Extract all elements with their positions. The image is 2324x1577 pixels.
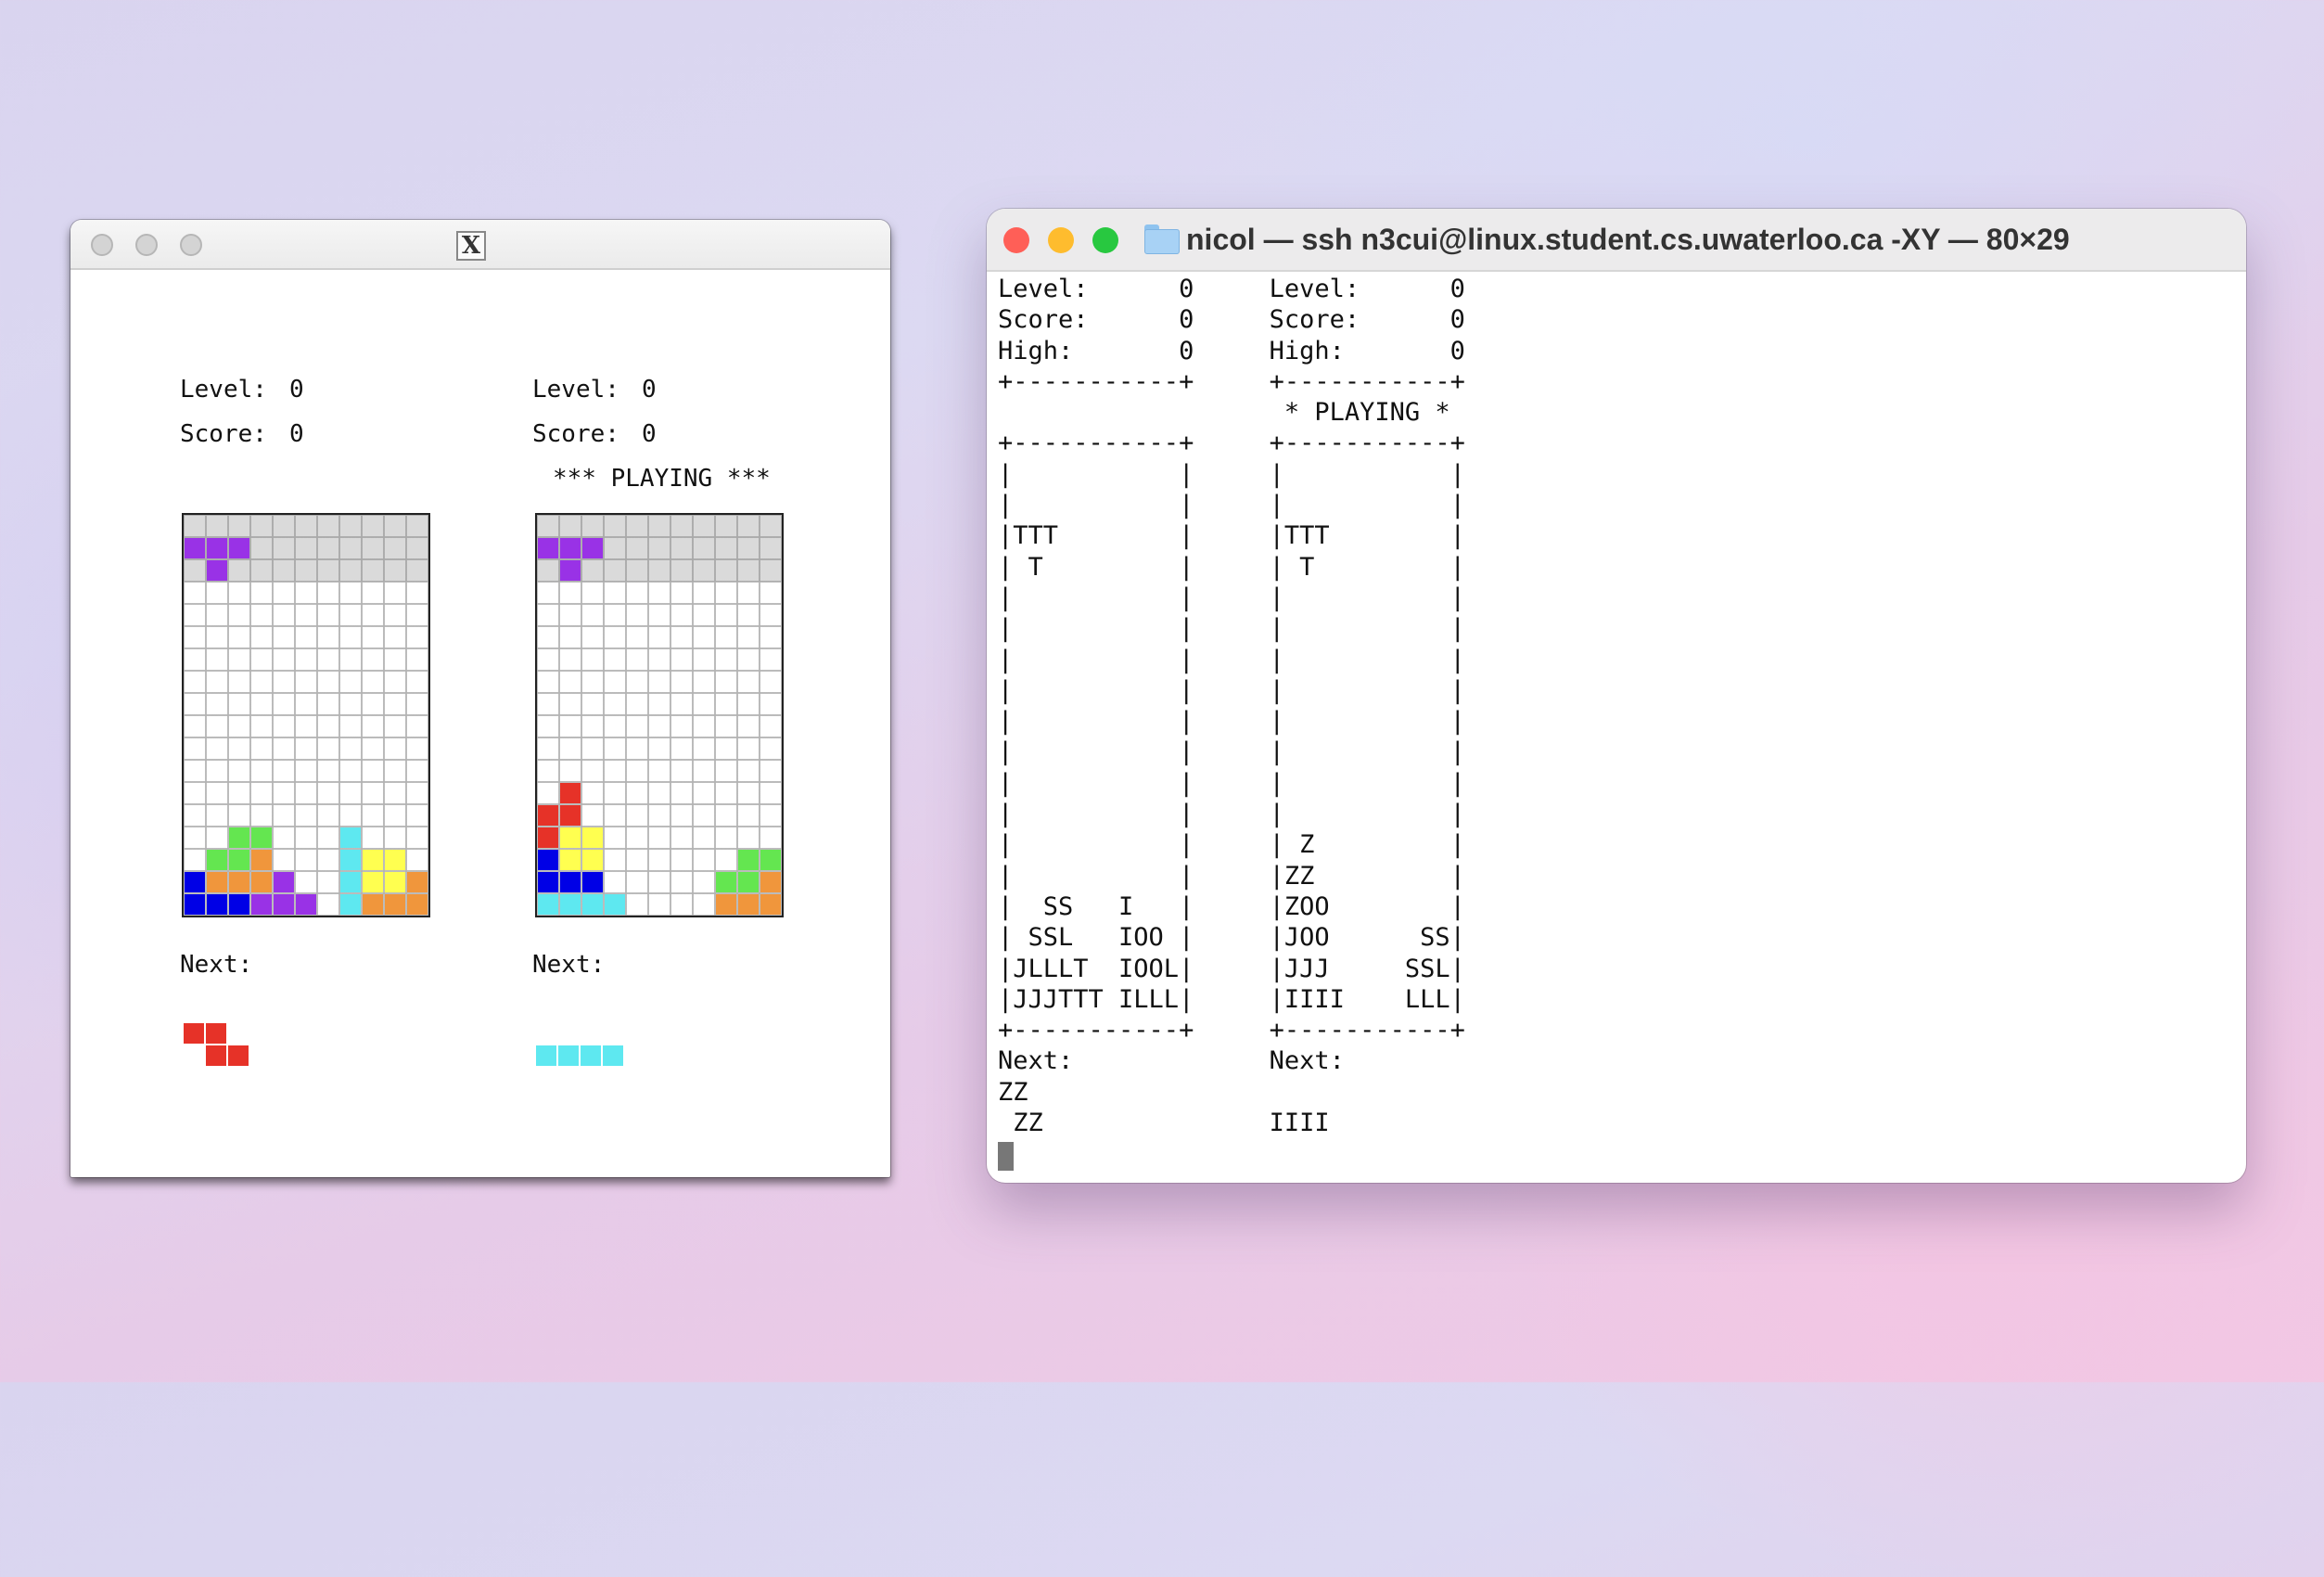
next-piece-block (603, 1045, 623, 1066)
board-block (229, 850, 249, 870)
board-block (340, 827, 361, 848)
next-piece-block (206, 1023, 226, 1044)
board-block (251, 850, 272, 870)
next-piece-block (206, 1045, 226, 1066)
board-block (538, 872, 558, 892)
board-block (538, 894, 558, 915)
next-piece-block (581, 1045, 601, 1066)
board-block (560, 872, 581, 892)
board-block (251, 872, 272, 892)
x11-title-bar[interactable]: X (70, 220, 890, 270)
board-block (385, 850, 405, 870)
p2-status: *** PLAYING *** (553, 465, 771, 493)
board-block (560, 850, 581, 870)
board-block (760, 894, 781, 915)
board-block (738, 894, 759, 915)
folder-icon (1144, 224, 1180, 254)
p2-next-label: Next: (532, 951, 606, 979)
board-block (582, 538, 603, 558)
board-block (185, 872, 205, 892)
board-block (760, 872, 781, 892)
board-block (538, 827, 558, 848)
p1-game-board (182, 513, 430, 917)
terminal-window[interactable]: nicol — ssh n3cui@linux.student.cs.uwate… (987, 209, 2246, 1183)
board-block (185, 538, 205, 558)
board-block (363, 894, 383, 915)
board-block (560, 805, 581, 826)
board-block (560, 827, 581, 848)
board-block (363, 850, 383, 870)
board-block (340, 894, 361, 915)
board-block (340, 872, 361, 892)
board-block (582, 894, 603, 915)
board-block (582, 872, 603, 892)
x11-logo-icon: X (456, 231, 486, 261)
p1-score-value: 0 (289, 420, 304, 448)
board-block (716, 872, 736, 892)
board-block (407, 872, 428, 892)
board-block (340, 850, 361, 870)
board-block (738, 872, 759, 892)
next-piece-block (558, 1045, 579, 1066)
board-block (385, 894, 405, 915)
board-block (251, 827, 272, 848)
p1-score-label: Score: (180, 420, 267, 448)
board-block (274, 894, 294, 915)
zoom-button[interactable] (1092, 227, 1118, 253)
board-block (207, 850, 227, 870)
terminal-cursor (998, 1142, 1014, 1171)
board-block (538, 805, 558, 826)
board-block (538, 850, 558, 870)
terminal-title-bar[interactable]: nicol — ssh n3cui@linux.student.cs.uwate… (987, 209, 2246, 272)
p2-level-value: 0 (642, 376, 657, 404)
board-block (363, 872, 383, 892)
board-block (716, 894, 736, 915)
board-block (605, 894, 625, 915)
terminal-title: nicol — ssh n3cui@linux.student.cs.uwate… (1186, 223, 2070, 256)
board-block (407, 894, 428, 915)
p2-score-label: Score: (532, 420, 619, 448)
board-block (207, 538, 227, 558)
board-block (538, 538, 558, 558)
p1-level-label: Level: (180, 376, 267, 404)
p1-level-value: 0 (289, 376, 304, 404)
p2-score-value: 0 (642, 420, 657, 448)
next-piece-block (184, 1023, 204, 1044)
close-button[interactable] (1003, 227, 1029, 253)
board-block (207, 560, 227, 581)
board-block (760, 850, 781, 870)
board-block (560, 894, 581, 915)
board-block (229, 872, 249, 892)
xquartz-tetris-window[interactable]: X Level: 0 Score: 0 Next: Level: 0 Score… (70, 220, 890, 1177)
p1-next-label: Next: (180, 951, 253, 979)
minimize-button[interactable] (1048, 227, 1074, 253)
board-block (560, 538, 581, 558)
close-button[interactable] (91, 234, 113, 256)
p2-level-label: Level: (532, 376, 619, 404)
board-block (251, 894, 272, 915)
board-block (274, 872, 294, 892)
board-block (207, 872, 227, 892)
next-piece-block (228, 1045, 249, 1066)
zoom-button[interactable] (180, 234, 202, 256)
board-block (560, 783, 581, 803)
board-block (296, 894, 316, 915)
board-block (582, 827, 603, 848)
board-block (185, 894, 205, 915)
board-block (560, 560, 581, 581)
board-block (229, 827, 249, 848)
board-block (385, 872, 405, 892)
p2-game-board (535, 513, 784, 917)
board-block (582, 850, 603, 870)
terminal-output[interactable]: Level: 0 Level: 0 Score: 0 Score: 0 High… (998, 274, 1465, 1138)
minimize-button[interactable] (135, 234, 158, 256)
board-block (229, 894, 249, 915)
board-block (207, 894, 227, 915)
next-piece-block (536, 1045, 556, 1066)
board-block (229, 538, 249, 558)
board-block (738, 850, 759, 870)
